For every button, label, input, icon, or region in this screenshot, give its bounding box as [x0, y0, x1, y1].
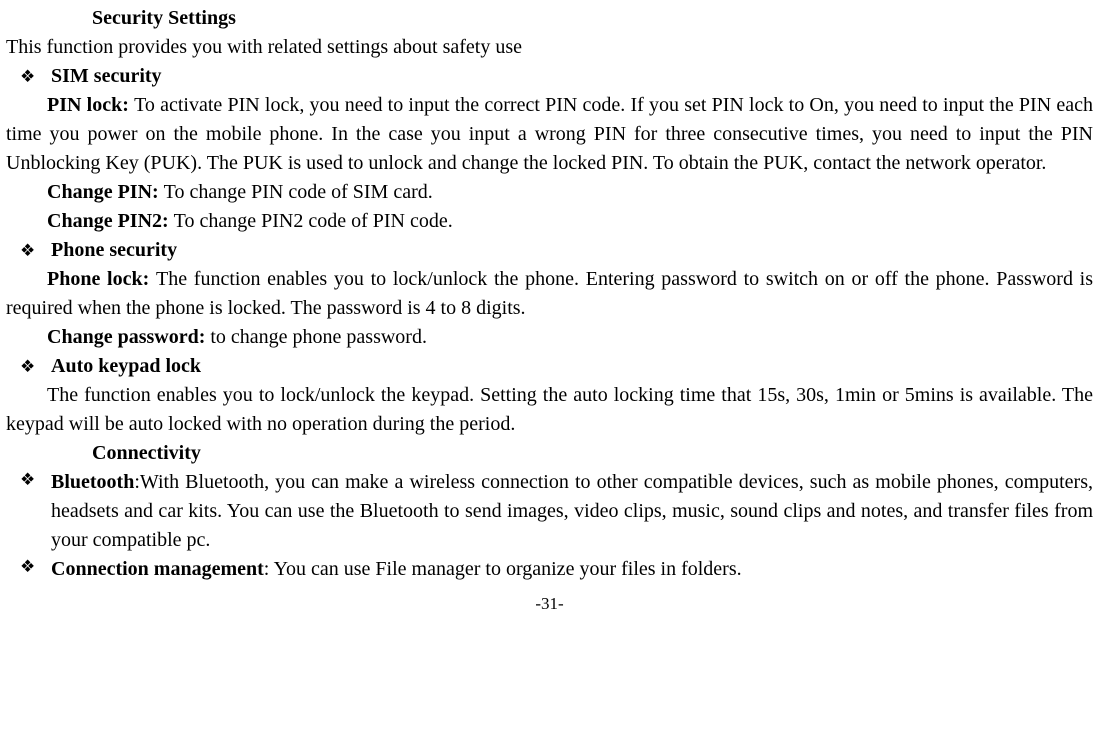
connection-mgmt-paragraph: Connection management: You can use File … [51, 555, 1093, 584]
change-pin-paragraph: Change PIN: To change PIN code of SIM ca… [6, 178, 1093, 207]
change-pin2-label: Change PIN2: [47, 210, 174, 232]
bullet-label: SIM security [51, 62, 162, 91]
connection-mgmt-label: Connection management [51, 558, 264, 580]
bullet-label: Phone security [51, 236, 177, 265]
change-password-label: Change password: [47, 326, 210, 348]
phone-lock-label: Phone lock: [47, 268, 156, 290]
section-heading-connectivity: Connectivity [92, 439, 1093, 468]
diamond-bullet-icon: ❖ [20, 239, 51, 264]
bullet-label: Auto keypad lock [51, 352, 201, 381]
intro-paragraph: This function provides you with related … [6, 33, 1093, 62]
bullet-connection-management: ❖ Connection management: You can use Fil… [20, 555, 1093, 584]
change-pin2-text: To change PIN2 code of PIN code. [174, 210, 453, 232]
connection-mgmt-text: : You can use File manager to organize y… [264, 558, 742, 580]
bluetooth-label: Bluetooth [51, 471, 134, 493]
bullet-auto-keypad: ❖ Auto keypad lock [20, 352, 1093, 381]
bluetooth-text: :With Bluetooth, you can make a wireless… [51, 471, 1093, 551]
change-pin2-paragraph: Change PIN2: To change PIN2 code of PIN … [6, 207, 1093, 236]
section-heading-security: Security Settings [92, 4, 1093, 33]
change-password-text: to change phone password. [210, 326, 427, 348]
pin-lock-paragraph: PIN lock: To activate PIN lock, you need… [6, 91, 1093, 178]
bullet-phone-security: ❖ Phone security [20, 236, 1093, 265]
change-pin-text: To change PIN code of SIM card. [164, 181, 433, 203]
bullet-sim-security: ❖ SIM security [20, 62, 1093, 91]
phone-lock-text: The function enables you to lock/unlock … [6, 268, 1093, 319]
diamond-bullet-icon: ❖ [20, 355, 51, 380]
bullet-bluetooth: ❖ Bluetooth:With Bluetooth, you can make… [20, 468, 1093, 555]
auto-keypad-paragraph: The function enables you to lock/unlock … [6, 381, 1093, 439]
diamond-bullet-icon: ❖ [20, 555, 51, 580]
diamond-bullet-icon: ❖ [20, 65, 51, 90]
diamond-bullet-icon: ❖ [20, 468, 51, 493]
pin-lock-text: To activate PIN lock, you need to input … [6, 94, 1093, 174]
change-pin-label: Change PIN: [47, 181, 164, 203]
page-number: -31- [6, 592, 1093, 617]
auto-keypad-text: The function enables you to lock/unlock … [6, 384, 1093, 435]
pin-lock-label: PIN lock: [47, 94, 134, 116]
phone-lock-paragraph: Phone lock: The function enables you to … [6, 265, 1093, 323]
change-password-paragraph: Change password: to change phone passwor… [6, 323, 1093, 352]
bluetooth-paragraph: Bluetooth:With Bluetooth, you can make a… [51, 468, 1093, 555]
